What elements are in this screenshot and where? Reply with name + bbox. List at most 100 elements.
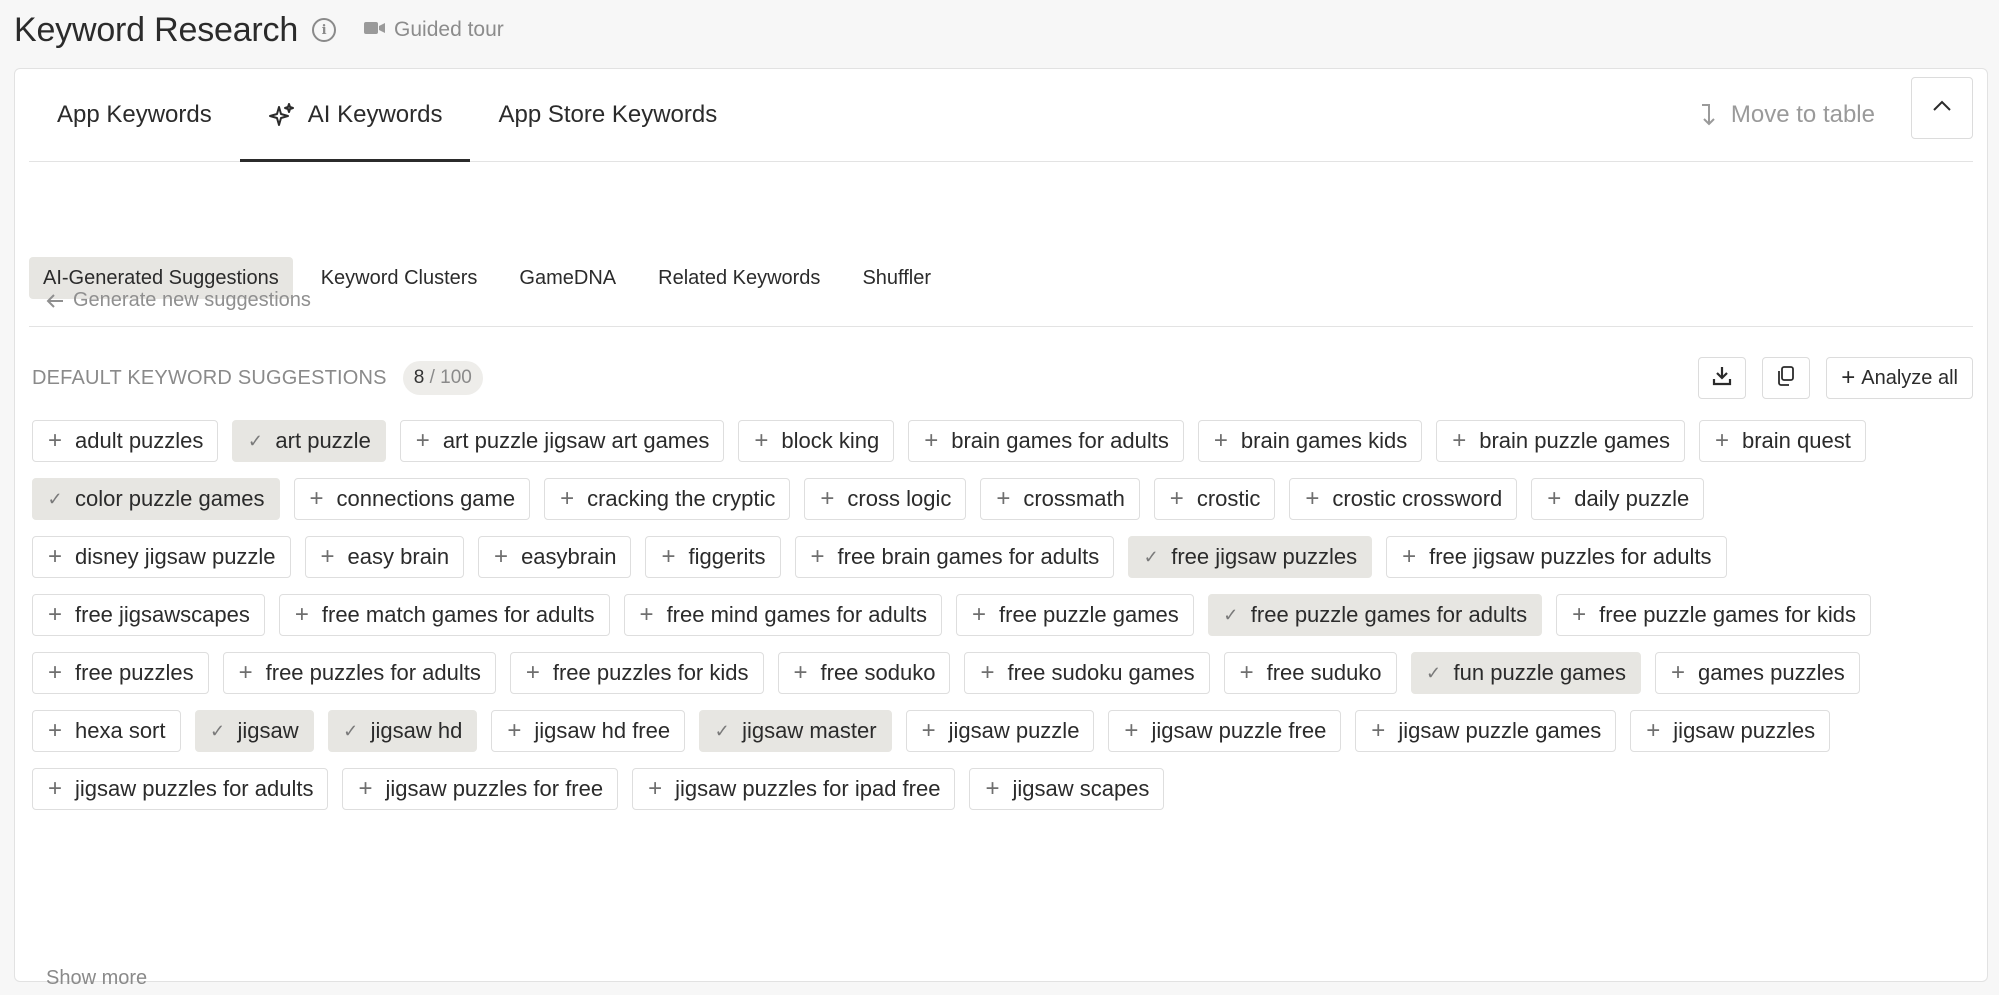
keyword-chip[interactable]: + free puzzle games for kids bbox=[1556, 594, 1871, 636]
keyword-chip[interactable]: + brain games kids bbox=[1197, 420, 1423, 462]
keyword-chip[interactable]: + jigsaw scapes bbox=[969, 768, 1165, 810]
keyword-chip-label: free puzzles for adults bbox=[265, 660, 481, 685]
keyword-chip[interactable]: + free jigsaw puzzles for adults bbox=[1386, 536, 1727, 578]
keyword-chip-label: art puzzle jigsaw art games bbox=[442, 428, 710, 453]
keyword-chip[interactable]: + jigsaw puzzles bbox=[1630, 710, 1831, 752]
keyword-chip[interactable]: + free brain games for adults bbox=[794, 536, 1115, 578]
keyword-chip[interactable]: + free sudoku games bbox=[964, 652, 1210, 694]
tab-app-store-keywords[interactable]: App Store Keywords bbox=[470, 68, 745, 161]
keyword-chip-label: brain puzzle games bbox=[1479, 428, 1670, 453]
generate-suggestions-link[interactable]: Generate new suggestions bbox=[45, 289, 311, 312]
plus-icon: + bbox=[985, 775, 1000, 802]
keyword-chip[interactable]: ✓ jigsaw master bbox=[699, 710, 892, 752]
keyword-chip[interactable]: + figgerits bbox=[645, 536, 781, 578]
plus-icon: + bbox=[661, 543, 676, 570]
analyze-all-button[interactable]: + Analyze all bbox=[1826, 357, 1973, 399]
keyword-chip[interactable]: + brain puzzle games bbox=[1436, 420, 1685, 462]
keyword-chip[interactable]: + crostic crossword bbox=[1289, 478, 1518, 520]
guided-tour-link[interactable]: Guided tour bbox=[364, 18, 504, 42]
keyword-chip[interactable]: + free puzzles for kids bbox=[509, 652, 764, 694]
keyword-chip-label: cross logic bbox=[847, 486, 952, 511]
keyword-chip[interactable]: + adult puzzles bbox=[32, 420, 219, 462]
keyword-chip-label: jigsaw puzzle bbox=[948, 718, 1080, 743]
keyword-chip[interactable]: ✓ jigsaw bbox=[194, 710, 314, 752]
keyword-chip[interactable]: + disney jigsaw puzzle bbox=[32, 536, 291, 578]
keyword-chip-label: fun puzzle games bbox=[1453, 660, 1626, 685]
keyword-chip[interactable]: + cross logic bbox=[804, 478, 967, 520]
sparkle-icon bbox=[268, 101, 296, 129]
keyword-chip[interactable]: + crostic bbox=[1153, 478, 1276, 520]
keyword-chip[interactable]: + block king bbox=[738, 420, 895, 462]
subtab-shuffler[interactable]: Shuffler bbox=[848, 257, 945, 299]
plus-icon: + bbox=[1452, 427, 1467, 454]
keyword-chip[interactable]: + free puzzles bbox=[32, 652, 209, 694]
count-badge: 8 / 100 bbox=[402, 361, 483, 395]
keyword-chip[interactable]: + jigsaw puzzles for adults bbox=[32, 768, 329, 810]
keyword-chip[interactable]: + daily puzzle bbox=[1531, 478, 1705, 520]
keyword-chip[interactable]: + jigsaw puzzle free bbox=[1108, 710, 1342, 752]
keyword-chip[interactable]: + free suduko bbox=[1223, 652, 1397, 694]
keyword-chip[interactable]: ✓ color puzzle games bbox=[32, 478, 280, 520]
tab-ai-keywords[interactable]: AI Keywords bbox=[239, 68, 471, 162]
show-more-link[interactable]: Show more bbox=[46, 967, 147, 990]
plus-icon: + bbox=[1670, 659, 1685, 686]
keyword-chip[interactable]: + hexa sort bbox=[32, 710, 181, 752]
subtab-keyword-clusters[interactable]: Keyword Clusters bbox=[307, 257, 492, 299]
keyword-chip-label: crostic bbox=[1196, 486, 1261, 511]
plus-icon: + bbox=[1547, 485, 1562, 512]
keyword-chip[interactable]: + jigsaw puzzle bbox=[905, 710, 1095, 752]
subtab-related-keywords[interactable]: Related Keywords bbox=[644, 257, 834, 299]
analyze-all-label: Analyze all bbox=[1861, 366, 1958, 389]
check-icon: ✓ bbox=[714, 720, 730, 741]
keyword-chip-label: free puzzles for kids bbox=[552, 660, 749, 685]
keyword-chip[interactable]: + games puzzles bbox=[1654, 652, 1860, 694]
plus-icon: + bbox=[648, 775, 663, 802]
info-icon[interactable]: i bbox=[312, 18, 337, 42]
move-to-table-button[interactable]: Move to table bbox=[1699, 101, 1875, 129]
plus-icon: + bbox=[1572, 601, 1587, 628]
keyword-chip[interactable]: ✓ jigsaw hd bbox=[327, 710, 478, 752]
subtab-gamedna[interactable]: GameDNA bbox=[505, 257, 630, 299]
check-icon: ✓ bbox=[1223, 604, 1239, 625]
keyword-chip[interactable]: + cracking the cryptic bbox=[544, 478, 791, 520]
keyword-chip[interactable]: ✓ art puzzle bbox=[232, 420, 386, 462]
keyword-chip[interactable]: + easybrain bbox=[478, 536, 632, 578]
keyword-chip[interactable]: + jigsaw puzzles for ipad free bbox=[632, 768, 956, 810]
download-button[interactable] bbox=[1698, 357, 1747, 399]
chevron-up-icon bbox=[1932, 99, 1952, 117]
keyword-chip[interactable]: ✓ free puzzle games for adults bbox=[1207, 594, 1543, 636]
keyword-chip-label: free brain games for adults bbox=[837, 544, 1100, 569]
keyword-chip[interactable]: + jigsaw puzzle games bbox=[1355, 710, 1617, 752]
keyword-chip[interactable]: + brain quest bbox=[1698, 420, 1866, 462]
keyword-chip-label: jigsaw puzzles for ipad free bbox=[675, 776, 941, 801]
keyword-chip[interactable]: + free puzzles for adults bbox=[222, 652, 496, 694]
keyword-chip-label: jigsaw hd free bbox=[534, 718, 671, 743]
keyword-chip[interactable]: + jigsaw puzzles for free bbox=[342, 768, 619, 810]
copy-button[interactable] bbox=[1762, 357, 1811, 399]
plus-icon: + bbox=[47, 775, 62, 802]
keyword-chip[interactable]: + free mind games for adults bbox=[623, 594, 943, 636]
keyword-chip[interactable]: + easy brain bbox=[304, 536, 465, 578]
tab-app-keywords[interactable]: App Keywords bbox=[29, 68, 240, 161]
plus-icon: + bbox=[980, 659, 995, 686]
keyword-chip[interactable]: + crossmath bbox=[980, 478, 1140, 520]
main-tabs: App Keywords AI Keywords App Store Keywo… bbox=[29, 69, 1973, 162]
keyword-chip[interactable]: ✓ free jigsaw puzzles bbox=[1128, 536, 1373, 578]
keyword-chip[interactable]: + jigsaw hd free bbox=[491, 710, 686, 752]
keyword-chip-label: jigsaw puzzle games bbox=[1398, 718, 1602, 743]
turn-down-arrow-icon bbox=[1699, 102, 1719, 128]
keyword-chip[interactable]: ✓ fun puzzle games bbox=[1410, 652, 1641, 694]
keyword-chip[interactable]: + free puzzle games bbox=[956, 594, 1194, 636]
keyword-chip-label: jigsaw hd bbox=[370, 718, 463, 743]
keyword-chip[interactable]: + free match games for adults bbox=[278, 594, 610, 636]
plus-icon: + bbox=[294, 601, 309, 628]
keyword-chip[interactable]: + connections game bbox=[293, 478, 531, 520]
copy-icon bbox=[1776, 365, 1796, 392]
keyword-chip-label: jigsaw bbox=[237, 718, 299, 743]
keyword-chip[interactable]: + brain games for adults bbox=[908, 420, 1184, 462]
keyword-chip[interactable]: + art puzzle jigsaw art games bbox=[399, 420, 725, 462]
keyword-chip[interactable]: + free jigsawscapes bbox=[32, 594, 265, 636]
keyword-chip[interactable]: + free soduko bbox=[777, 652, 951, 694]
collapse-button[interactable] bbox=[1911, 76, 1973, 139]
check-icon: ✓ bbox=[343, 720, 359, 741]
